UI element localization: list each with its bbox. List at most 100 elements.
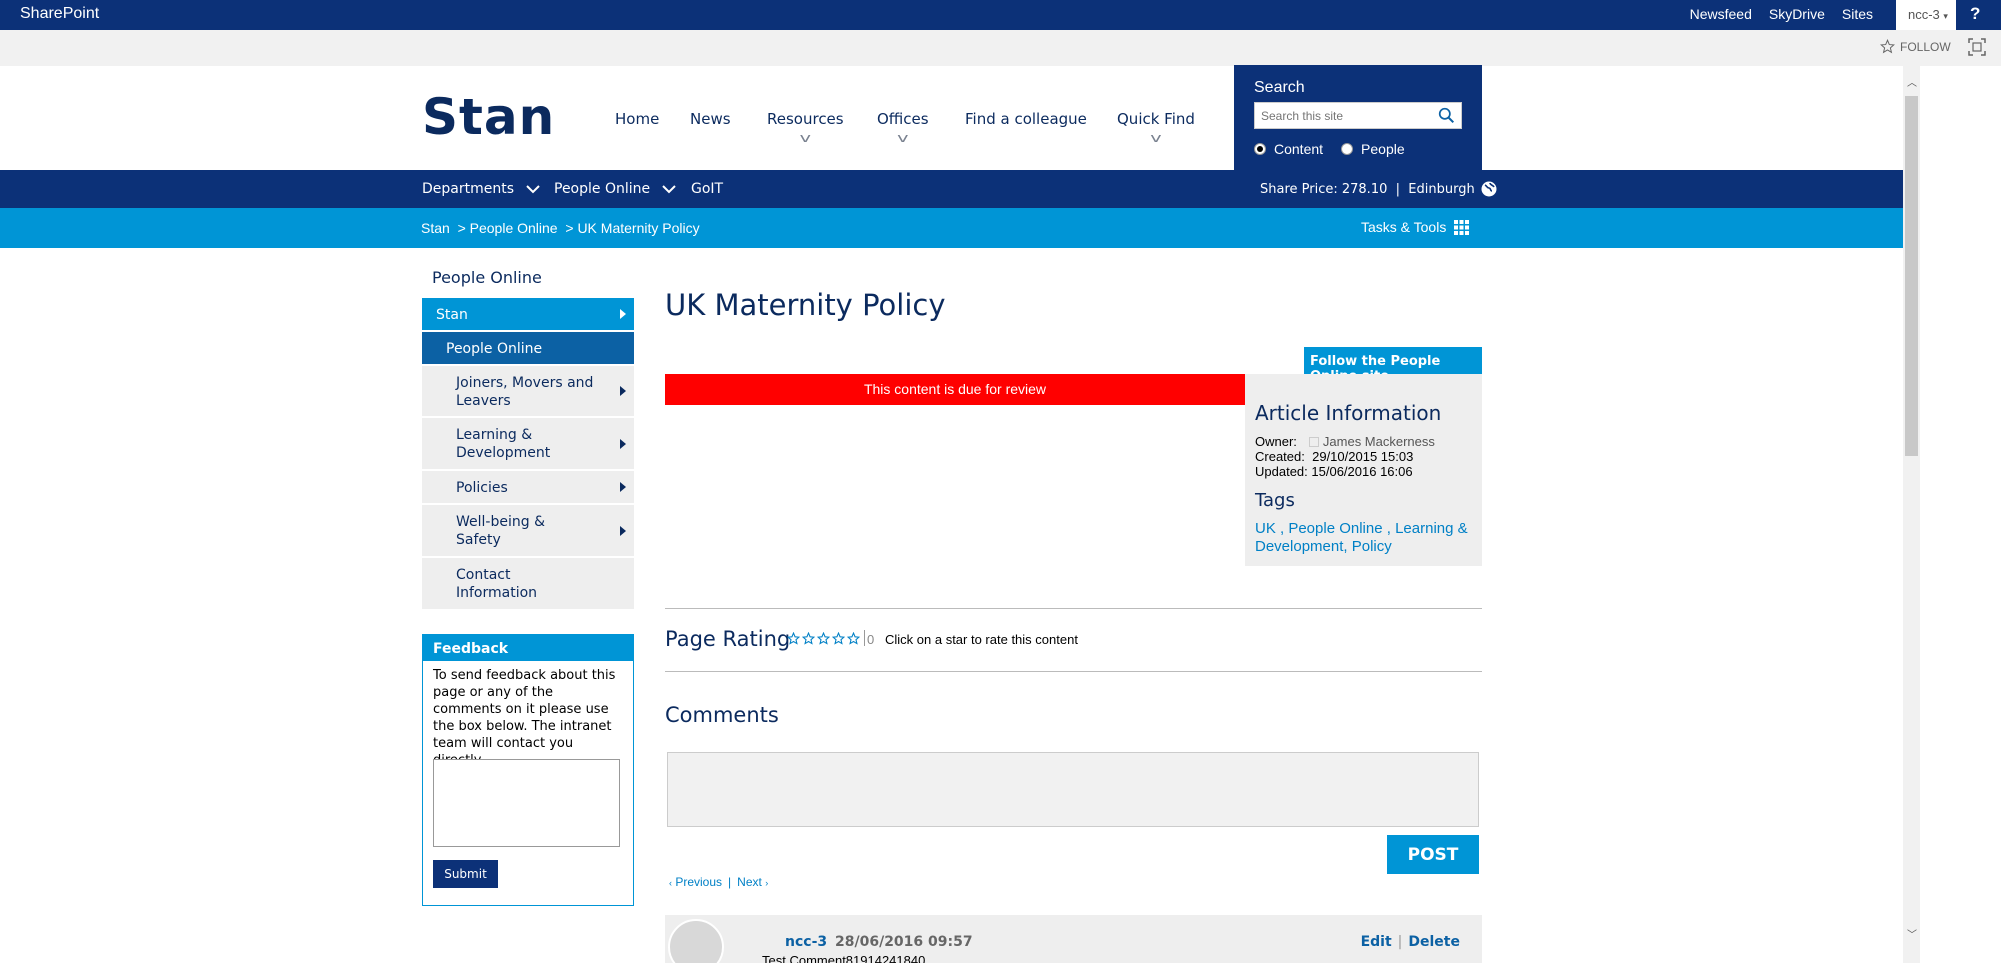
caret-right-icon: [620, 525, 626, 536]
topnav-label: News: [690, 110, 731, 128]
scroll-up-icon[interactable]: ︿: [1907, 74, 1917, 89]
owner-row: Owner: James Mackerness: [1255, 434, 1435, 449]
scope-people-radio[interactable]: People: [1341, 141, 1405, 157]
chevron-left-icon: ‹: [669, 878, 672, 888]
leftnav-item-people-online[interactable]: People Online: [422, 332, 634, 366]
leftnav-label: Joiners, Movers and Leavers: [456, 375, 594, 409]
previous-link[interactable]: ‹ Previous: [669, 875, 722, 889]
left-navigation: Stan People Online Joiners, Movers and L…: [422, 298, 634, 611]
topnav-quick-find[interactable]: Quick Find v: [1117, 110, 1195, 145]
leftnav-item-wellbeing[interactable]: Well-being & Safety: [422, 505, 634, 558]
post-comment-button[interactable]: POST: [1387, 835, 1479, 874]
next-label: Next: [737, 875, 762, 889]
tags-list[interactable]: UK , People Online , Learning & Developm…: [1255, 520, 1480, 556]
topnav-label: Quick Find: [1117, 110, 1195, 128]
nav-departments[interactable]: Departments: [422, 181, 540, 197]
comments-pager: ‹ Previous | Next ›: [669, 875, 768, 889]
tasks-tools-button[interactable]: Tasks & Tools: [1361, 219, 1470, 235]
divider: [665, 608, 1482, 609]
comment-author[interactable]: ncc-3: [785, 934, 827, 950]
nav-label: People Online: [554, 181, 651, 197]
site-logo[interactable]: Stan: [422, 88, 555, 146]
feedback-panel: Feedback To send feedback about this pag…: [422, 634, 634, 906]
rating-stars: [787, 632, 860, 645]
rating-star-icon[interactable]: [832, 632, 845, 645]
leftnav-item-contact[interactable]: Contact Information: [422, 558, 634, 611]
comment-actions: Edit | Delete: [1361, 934, 1460, 950]
scope-label: Content: [1274, 141, 1324, 157]
topnav-home[interactable]: Home: [615, 110, 659, 128]
sites-link[interactable]: Sites: [1842, 6, 1873, 22]
follow-site-button[interactable]: Follow the People Online site: [1304, 347, 1482, 384]
leftnav-label: Well-being & Safety: [456, 514, 545, 548]
page-rating-title: Page Rating: [665, 627, 791, 651]
feedback-submit-button[interactable]: Submit: [433, 860, 498, 888]
radio-selected-icon: [1254, 143, 1266, 155]
follow-button[interactable]: FOLLOW: [1880, 39, 1951, 54]
leftnav-title[interactable]: People Online: [432, 268, 542, 287]
created-label: Created:: [1255, 449, 1305, 464]
search-input[interactable]: [1255, 103, 1430, 128]
skydrive-link[interactable]: SkyDrive: [1769, 6, 1825, 22]
review-banner: This content is due for review: [665, 374, 1245, 405]
presence-icon: [1308, 437, 1319, 447]
leftnav-label: Stan: [436, 307, 468, 323]
chevron-down-icon: v: [897, 131, 909, 145]
scrollbar-thumb[interactable]: [1905, 96, 1918, 456]
caret-right-icon: [620, 482, 626, 492]
leftnav-item-policies[interactable]: Policies: [422, 471, 634, 505]
suite-bar: SharePoint Newsfeed SkyDrive Sites ncc-3…: [0, 0, 2001, 30]
chevron-right-icon: ›: [765, 878, 769, 888]
topnav-news[interactable]: News: [690, 110, 731, 128]
comment-date: 28/06/2016 09:57: [835, 934, 973, 950]
divider: [665, 671, 1482, 672]
nav-people-online[interactable]: People Online: [554, 181, 676, 197]
topnav-label: Offices: [877, 110, 929, 128]
nav-label: Departments: [422, 181, 515, 197]
rating-separator: [864, 630, 865, 646]
comment-input[interactable]: [667, 752, 1479, 827]
newsfeed-link[interactable]: Newsfeed: [1690, 6, 1752, 22]
edit-comment-link[interactable]: Edit: [1361, 934, 1392, 950]
topnav-resources[interactable]: Resources v: [767, 110, 844, 145]
avatar: [668, 919, 724, 963]
leftnav-item-joiners[interactable]: Joiners, Movers and Leavers: [422, 366, 634, 418]
ribbon: FOLLOW: [0, 30, 2001, 66]
rating-star-icon[interactable]: [817, 632, 830, 645]
nav-label: GoIT: [691, 181, 724, 197]
scroll-down-icon[interactable]: ﹀: [1907, 926, 1917, 941]
topnav-find-colleague[interactable]: Find a colleague: [965, 110, 1087, 128]
search-title: Search: [1254, 79, 1305, 96]
user-menu[interactable]: ncc-3 ▾: [1896, 0, 1956, 30]
rating-star-icon[interactable]: [802, 632, 815, 645]
delete-comment-link[interactable]: Delete: [1408, 934, 1460, 950]
previous-label: Previous: [675, 875, 723, 889]
breadcrumb-bar: Stan > People Online > UK Maternity Poli…: [0, 208, 1903, 248]
action-separator: |: [1397, 934, 1403, 950]
help-icon[interactable]: ?: [1970, 4, 1980, 24]
leftnav-item-stan[interactable]: Stan: [422, 298, 634, 332]
caret-right-icon: [620, 438, 626, 449]
tasks-label: Tasks & Tools: [1361, 219, 1447, 235]
globe-icon[interactable]: [1481, 181, 1497, 197]
breadcrumb[interactable]: Stan > People Online > UK Maternity Poli…: [421, 220, 700, 236]
grid-icon: [1454, 219, 1470, 235]
nav-goit[interactable]: GoIT: [691, 181, 723, 197]
rating-star-icon[interactable]: [847, 632, 860, 645]
leftnav-item-learning[interactable]: Learning & Development: [422, 418, 634, 471]
feedback-textarea[interactable]: [433, 759, 620, 847]
owner-name[interactable]: James Mackerness: [1323, 434, 1435, 449]
article-info-panel: Article Information Owner: James Mackerne…: [1245, 374, 1482, 566]
created-row: Created: 29/10/2015 15:03: [1255, 449, 1435, 464]
caret-right-icon: [620, 309, 626, 319]
page-scrollbar[interactable]: ︿ ﹀: [1903, 66, 1920, 963]
next-link[interactable]: Next ›: [737, 875, 768, 889]
scope-content-radio[interactable]: Content: [1254, 141, 1323, 157]
focus-mode-icon[interactable]: [1968, 38, 1986, 56]
rating-star-icon[interactable]: [787, 632, 800, 645]
search-icon[interactable]: [1438, 107, 1455, 124]
topnav-offices[interactable]: Offices v: [877, 110, 929, 145]
sharepoint-brand[interactable]: SharePoint: [20, 5, 99, 23]
caret-down-icon: ▾: [1943, 11, 1948, 21]
rating-count: 0: [867, 632, 875, 647]
